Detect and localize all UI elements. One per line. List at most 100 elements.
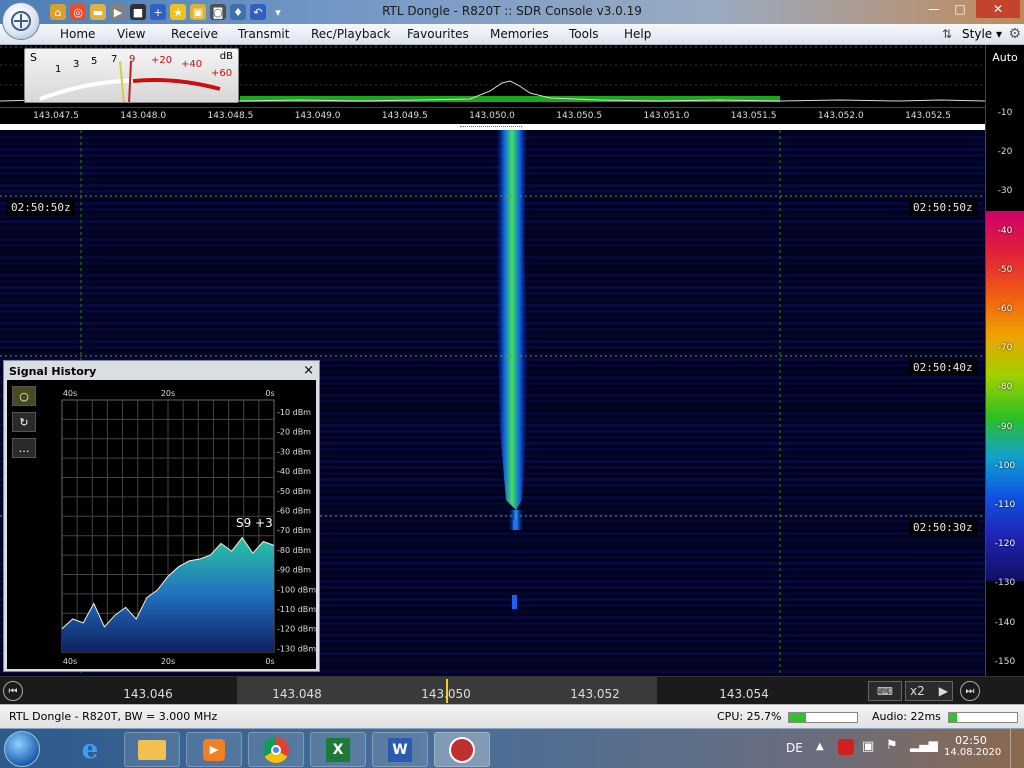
gear-icon[interactable]: ⚙ — [1008, 26, 1021, 42]
db-scale-tick: -40 — [997, 225, 1013, 236]
menu-favourites[interactable]: Favourites — [407, 27, 469, 41]
style-label: Style — [962, 27, 993, 41]
dbm-axis-label: -60 dBm — [277, 507, 311, 516]
db-scale-tick: -10 — [997, 108, 1013, 118]
cpu-meter-fill — [789, 713, 807, 722]
tuning-frequency-label: 143.052 — [570, 687, 620, 701]
clock-time: 02:50 — [955, 734, 987, 747]
star-icon[interactable]: ★ — [170, 4, 186, 20]
dbm-axis-label: -30 dBm — [277, 447, 311, 456]
frequency-label: 143.051.0 — [643, 111, 690, 121]
scroll-arrows-icon[interactable]: ⇅ — [942, 27, 952, 41]
media-player-icon[interactable]: ▶ — [186, 732, 242, 767]
time-axis-label: 20s — [161, 389, 175, 398]
dbm-axis-label: -80 dBm — [277, 546, 311, 555]
signal-history-close-button[interactable]: × — [303, 363, 314, 378]
cpu-meter — [788, 712, 858, 723]
time-axis-label: 40s — [63, 657, 77, 666]
stop-icon[interactable]: ■ — [130, 4, 146, 20]
dbm-axis-label: -70 dBm — [277, 526, 311, 535]
s-meter-db-tick: +20 — [151, 55, 173, 66]
signal-history-panel: ○ ↻ … 40s 20s 0s 40s 20s 0s -10 dBm -20 dBm -30 … — [7, 380, 316, 669]
minimize-button[interactable]: — — [922, 0, 946, 18]
audio-meter-fill — [949, 713, 958, 722]
zoom-button[interactable]: x2 ▶ — [905, 681, 953, 701]
maximize-button[interactable]: □ — [948, 0, 972, 18]
tuning-frequency-label: 143.046 — [123, 687, 173, 701]
title-bar: ⌂ ◎ ▬ ▶ ■ + ★ ▣ ◙ ♦ ↶ ▾ RTL Dongle - R820T :: SDR C… — [0, 0, 1024, 24]
db-scale-tick: -20 — [997, 147, 1013, 158]
language-indicator[interactable]: DE — [786, 741, 803, 755]
show-hidden-icons-button[interactable]: ▲ — [816, 741, 824, 752]
dbm-axis-label: -130 dBm — [277, 644, 316, 653]
menu-home[interactable]: Home — [60, 27, 95, 41]
menu-receive[interactable]: Receive — [171, 27, 218, 41]
menu-tools[interactable]: Tools — [569, 27, 599, 41]
tray-device-icon[interactable]: ▣ — [862, 739, 874, 754]
menu-help[interactable]: Help — [624, 27, 651, 41]
camera-icon[interactable]: ◙ — [210, 4, 226, 20]
tuning-frequency-label: 143.050 — [421, 687, 471, 701]
quick-access-toolbar: ⌂ ◎ ▬ ▶ ■ + ★ ▣ ◙ ♦ ↶ ▾ — [50, 3, 286, 21]
s-meter-db-label: dB — [219, 51, 233, 62]
file-explorer-icon[interactable] — [124, 732, 180, 767]
db-scale-tick: -70 — [997, 343, 1013, 354]
play-icon[interactable]: ▶ — [110, 4, 126, 20]
home-icon[interactable]: ⌂ — [50, 4, 66, 20]
waterfall-time-label: 02:50:30z — [909, 519, 977, 536]
menu-transmit[interactable]: Transmit — [238, 27, 289, 41]
db-scale-tick: -110 — [994, 500, 1016, 510]
pin-icon[interactable]: ♦ — [230, 4, 246, 20]
db-scale-tick: -30 — [997, 186, 1013, 197]
windows-start-icon[interactable] — [4, 731, 40, 767]
customize-toolbar-arrow-icon[interactable]: ▾ — [270, 4, 286, 20]
signal-history-window[interactable]: Signal History × ○ ↻ … 40s 20s 0s 40s 20s 0s -… — [3, 360, 320, 672]
s-meter-db-tick: +40 — [181, 59, 203, 70]
style-menu-button[interactable]: Style ▾ — [962, 27, 1002, 41]
frequency-axis[interactable]: 143.047.5 143.048.0 143.048.5 143.049.0 143.… — [0, 107, 985, 124]
dbm-axis-label: -110 dBm — [277, 605, 316, 614]
internet-explorer-icon[interactable]: e — [62, 732, 118, 767]
lifebuoy-icon[interactable]: ◎ — [70, 4, 86, 20]
chrome-icon[interactable] — [248, 732, 304, 767]
db-scale-tick: -80 — [997, 382, 1013, 393]
menu-view[interactable]: View — [117, 27, 145, 41]
network-signal-icon[interactable]: ▂▄▆ — [910, 738, 938, 752]
db-scale[interactable]: Auto -10 -20 -30 -40 -50 -60 -70 -80 -90 -100 -110… — [985, 45, 1024, 676]
waterfall-time-label: 02:50:50z — [909, 199, 977, 216]
filter-marker[interactable] — [460, 124, 522, 127]
scroll-left-button[interactable]: ⏮ — [3, 681, 23, 701]
auto-scale-button[interactable]: Auto — [986, 51, 1024, 64]
plus-icon[interactable]: + — [150, 4, 166, 20]
s-meter-s-label: S — [30, 51, 37, 64]
excel-icon[interactable]: X — [310, 732, 366, 767]
db-scale-tick: -130 — [994, 578, 1016, 589]
undo-icon[interactable]: ↶ — [250, 4, 266, 20]
dbm-axis-label: -90 dBm — [277, 566, 311, 575]
s-meter: S dB 1 3 5 7 9 +20 +40 +60 — [24, 48, 239, 103]
dbm-axis-label: -120 dBm — [277, 625, 316, 634]
word-icon[interactable]: W — [372, 732, 428, 767]
keyboard-icon[interactable]: ⌨ — [868, 681, 902, 701]
clock[interactable]: 02:50 14.08.2020 — [944, 734, 1001, 758]
lock-icon[interactable]: ▣ — [190, 4, 206, 20]
application-orb-button[interactable] — [2, 2, 40, 40]
tray-app-icon[interactable] — [838, 739, 854, 755]
show-desktop-button[interactable] — [1010, 729, 1024, 768]
folder-icon[interactable]: ▬ — [90, 4, 106, 20]
scroll-right-button[interactable]: ⏭ — [960, 681, 980, 701]
tuning-frequency-label: 143.054 — [719, 687, 769, 701]
tuning-bar[interactable]: ⏮ 143.046 143.048 143.050 143.052 143.054 ⌨ … — [0, 676, 1024, 705]
action-center-flag-icon[interactable]: ⚑ — [886, 738, 898, 753]
time-axis-label: 0s — [265, 657, 274, 666]
db-scale-tick: -50 — [997, 264, 1013, 275]
menu-memories[interactable]: Memories — [490, 27, 549, 41]
menu-rec-playback[interactable]: Rec/Playback — [311, 27, 390, 41]
status-bar: RTL Dongle - R820T, BW = 3.000 MHz CPU: … — [0, 704, 1024, 728]
close-button[interactable]: ✕ — [976, 0, 1020, 18]
frequency-label: 143.051.5 — [730, 111, 777, 121]
play-arrow-icon: ▶ — [938, 684, 948, 698]
sdr-console-icon[interactable] — [434, 732, 490, 767]
frequency-label: 143.049.5 — [381, 111, 428, 121]
cpu-status: CPU: 25.7% — [717, 710, 782, 723]
